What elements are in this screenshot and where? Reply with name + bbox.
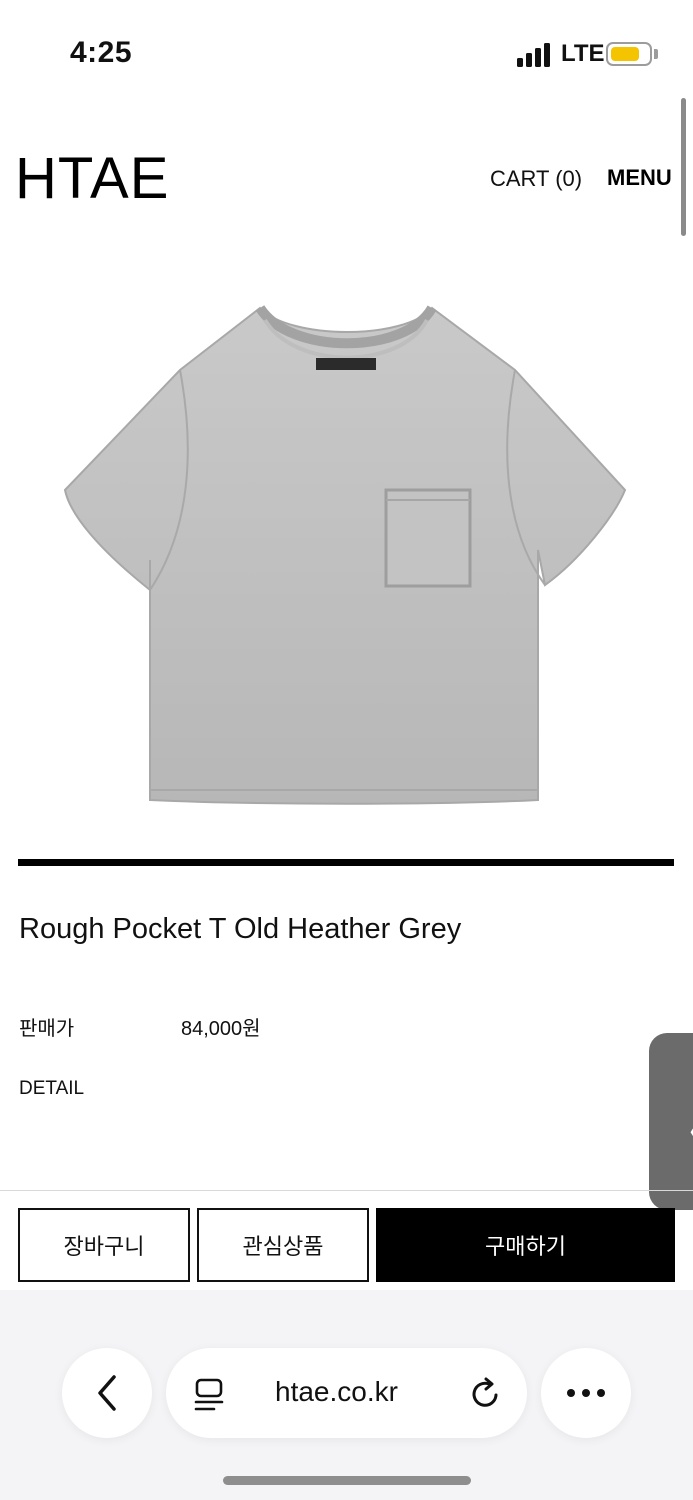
status-time: 4:25 [70, 36, 133, 69]
chevron-left-icon [98, 1375, 116, 1411]
product-image [60, 300, 635, 810]
menu-button[interactable]: MENU [607, 165, 672, 191]
divider [18, 859, 674, 866]
site-logo[interactable]: HTAE [15, 145, 169, 212]
product-title: Rough Pocket T Old Heather Grey [19, 913, 462, 945]
more-button[interactable] [541, 1348, 631, 1438]
wishlist-button[interactable]: 관심상품 [197, 1208, 369, 1282]
battery-tip [654, 49, 658, 59]
more-icon [567, 1389, 605, 1397]
buy-now-button[interactable]: 구매하기 [376, 1208, 675, 1282]
price-label: 판매가 [19, 1018, 75, 1040]
chevron-left-icon[interactable]: 〈 [660, 1092, 693, 1167]
cart-link[interactable]: CART (0) [490, 166, 582, 192]
url-text[interactable]: htae.co.kr [275, 1376, 398, 1408]
detail-link[interactable]: DETAIL [19, 1078, 84, 1100]
tshirt-image [63, 304, 627, 805]
battery-icon [606, 42, 652, 66]
action-bar-divider [0, 1190, 693, 1191]
status-bar: 4:25 LTE [0, 0, 693, 100]
add-to-cart-button[interactable]: 장바구니 [18, 1208, 190, 1282]
reload-icon[interactable] [469, 1376, 503, 1412]
home-indicator[interactable] [223, 1476, 471, 1485]
signal-icon [517, 43, 553, 67]
back-button[interactable] [62, 1348, 152, 1438]
reader-icon[interactable] [194, 1378, 226, 1412]
network-type: LTE [561, 40, 605, 67]
scrollbar[interactable] [681, 98, 686, 236]
price-value: 84,000원 [181, 1018, 261, 1040]
